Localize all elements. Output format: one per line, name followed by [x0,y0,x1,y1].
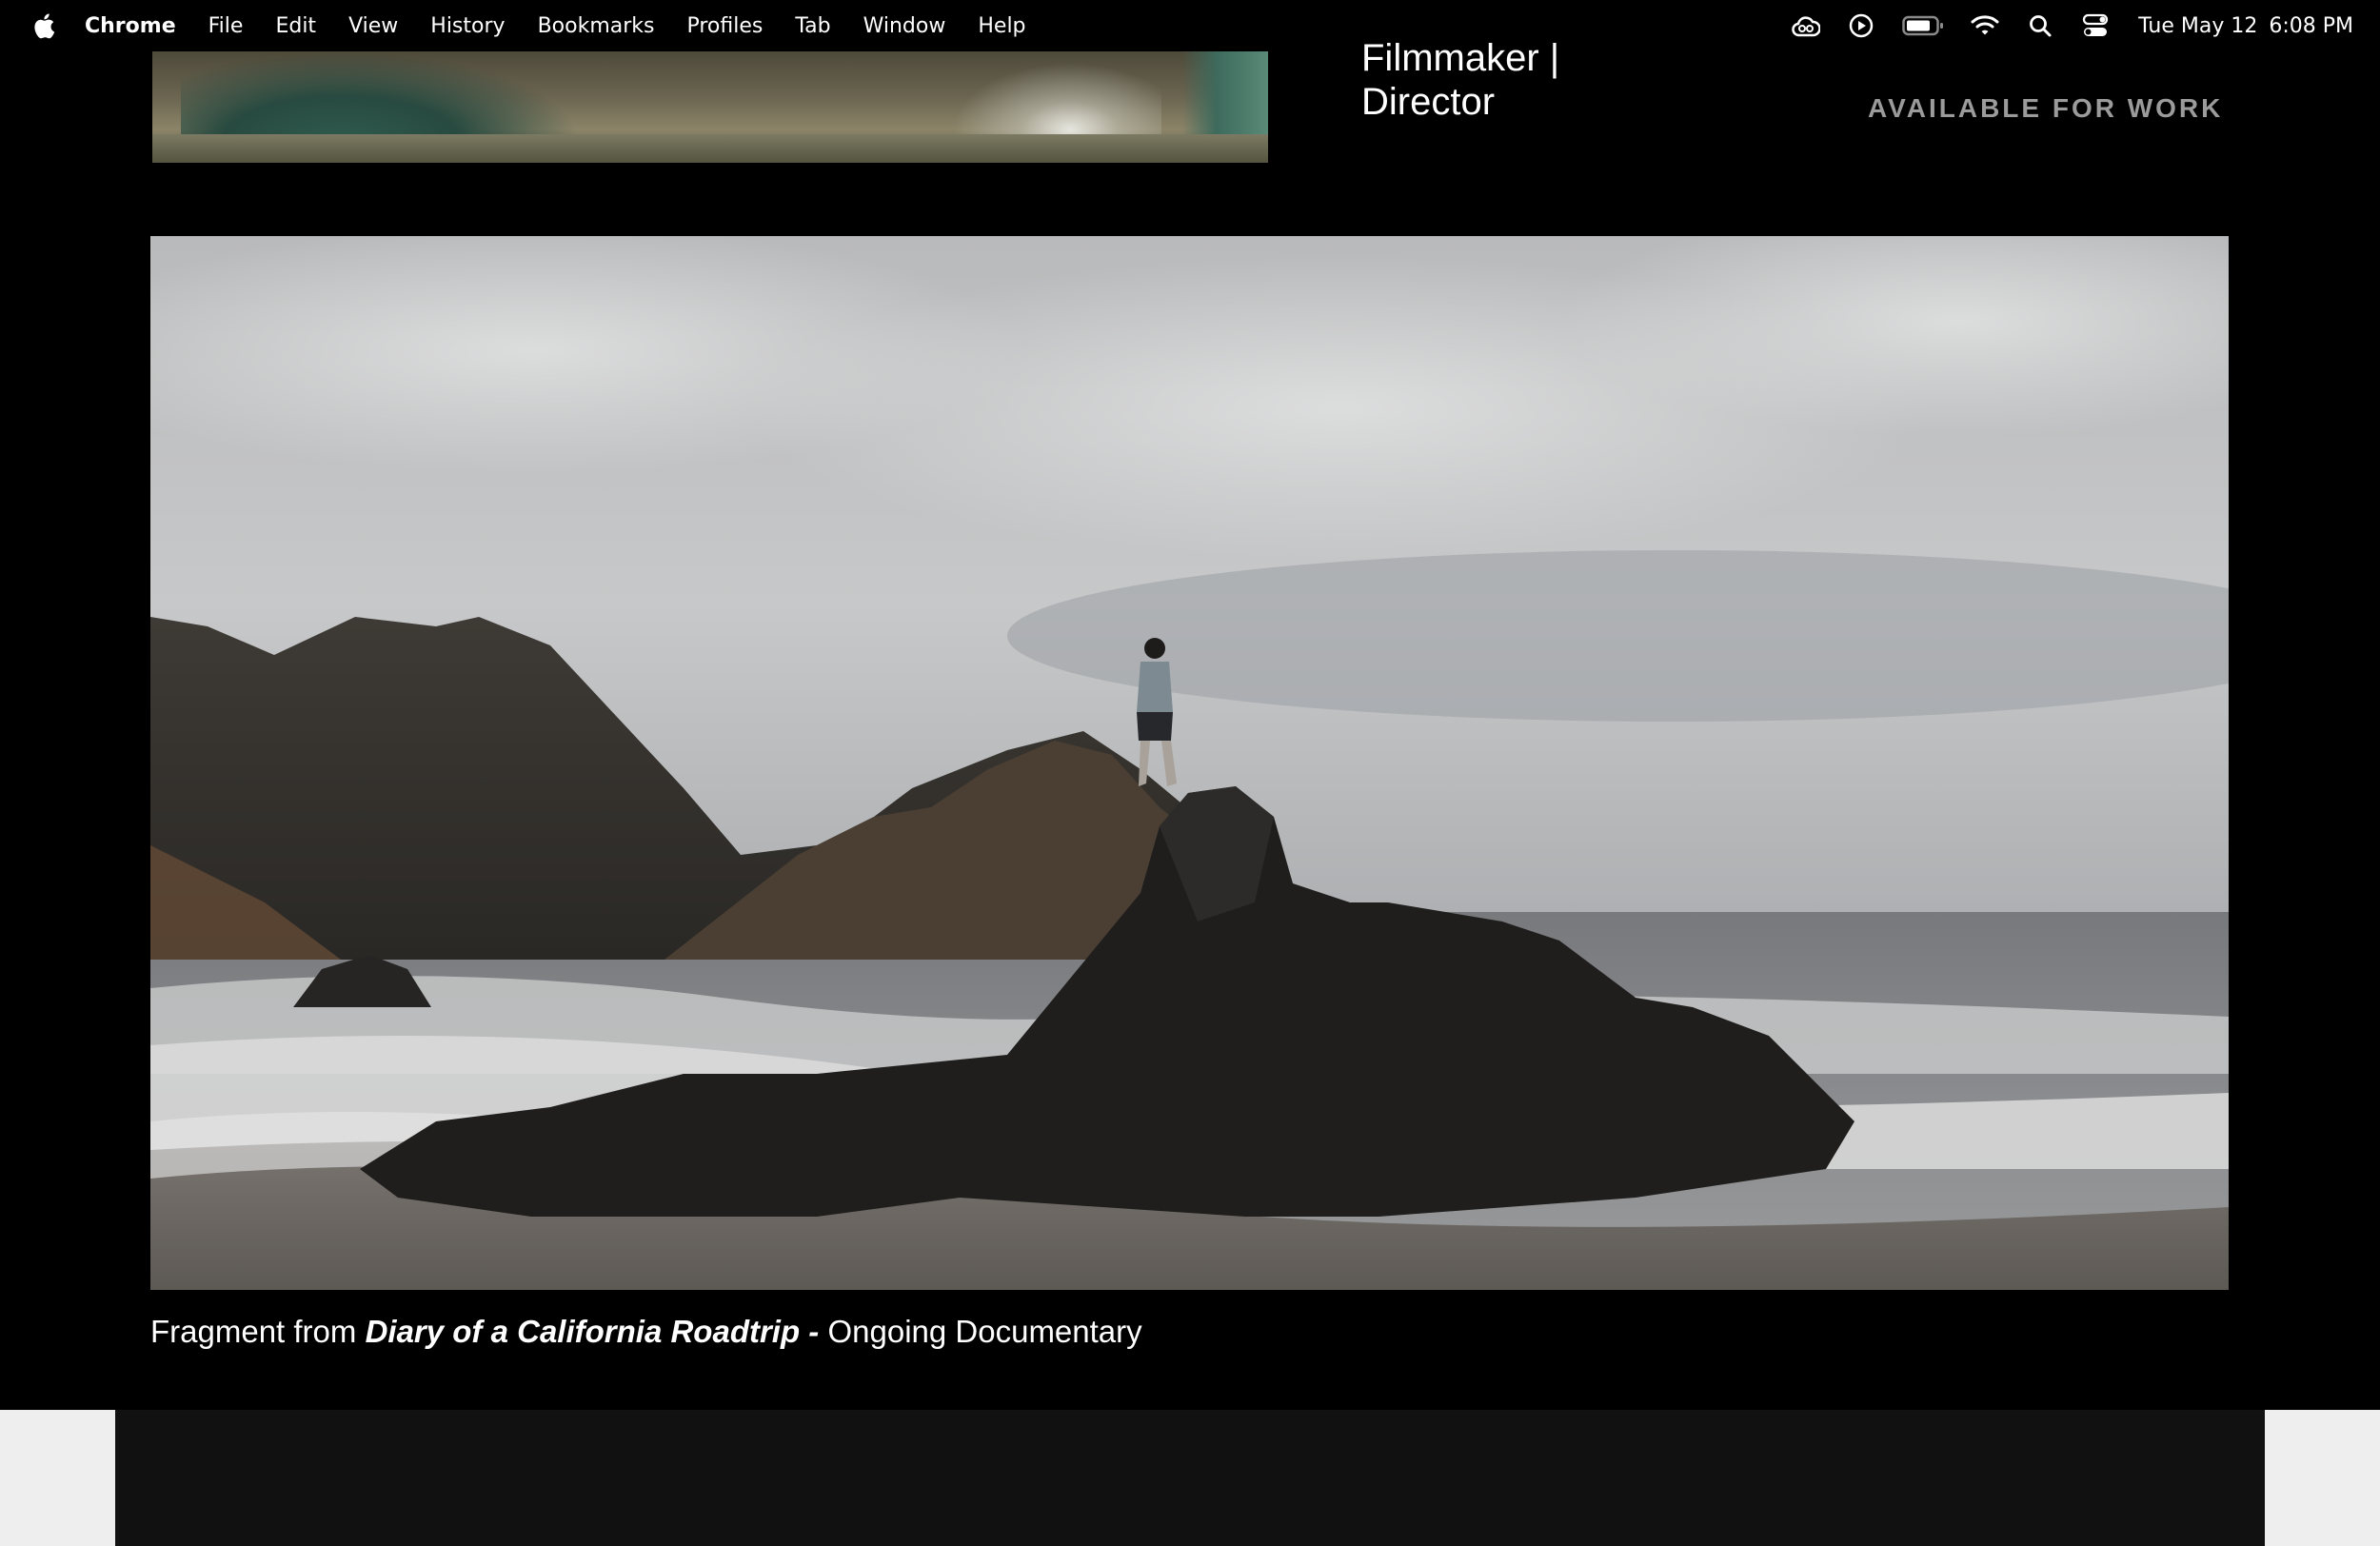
caption-suffix: Ongoing Documentary [827,1314,1142,1349]
wifi-icon[interactable] [1971,11,1999,40]
menu-bar: Chrome File Edit View History Bookmarks … [0,0,2380,51]
coastal-rock-scene [150,236,2229,1290]
availability-label[interactable]: AVAILABLE FOR WORK [1868,93,2223,124]
page-margin-left [0,1410,115,1546]
play-circle-icon[interactable] [1847,11,1875,40]
caption-prefix: Fragment from [150,1314,357,1349]
menu-tab[interactable]: Tab [795,14,830,38]
menu-file[interactable]: File [208,14,244,38]
role-line-filmmaker: Filmmaker | [1361,37,1560,79]
menu-window[interactable]: Window [863,14,946,38]
control-center-icon[interactable] [2081,11,2110,40]
menu-history[interactable]: History [430,14,505,38]
menu-app-chrome[interactable]: Chrome [85,14,176,38]
caption-film-title: Diary of a California Roadtrip - [365,1314,820,1349]
clock-time: 6:08 PM [2269,13,2353,38]
spotlight-search-icon[interactable] [2026,11,2054,40]
menu-edit[interactable]: Edit [275,14,316,38]
next-section-panel [115,1410,2265,1546]
adobe-cc-icon[interactable] [1792,11,1821,40]
role-line-director: Director [1361,81,1496,123]
battery-icon[interactable] [1902,11,1944,40]
menu-bookmarks[interactable]: Bookmarks [538,14,655,38]
header-fountain-image [152,51,1268,163]
fountain-pool [152,134,1268,163]
status-area: Tue May 12 6:08 PM [1765,0,2353,51]
menu-view[interactable]: View [348,14,398,38]
page-margin-right [2265,1410,2380,1546]
apple-logo-icon[interactable] [30,11,55,40]
image-caption: Fragment from Diary of a California Road… [150,1314,1142,1350]
menu-profiles[interactable]: Profiles [686,14,763,38]
menu-clock[interactable]: Tue May 12 6:08 PM [2138,14,2353,38]
role-title: Filmmaker | Director [1361,36,1559,124]
menu-help[interactable]: Help [978,14,1025,38]
app-menus: Chrome File Edit View History Bookmarks … [85,0,1059,51]
clock-date: Tue May 12 [2138,13,2258,38]
documentary-still-image[interactable] [150,236,2229,1290]
